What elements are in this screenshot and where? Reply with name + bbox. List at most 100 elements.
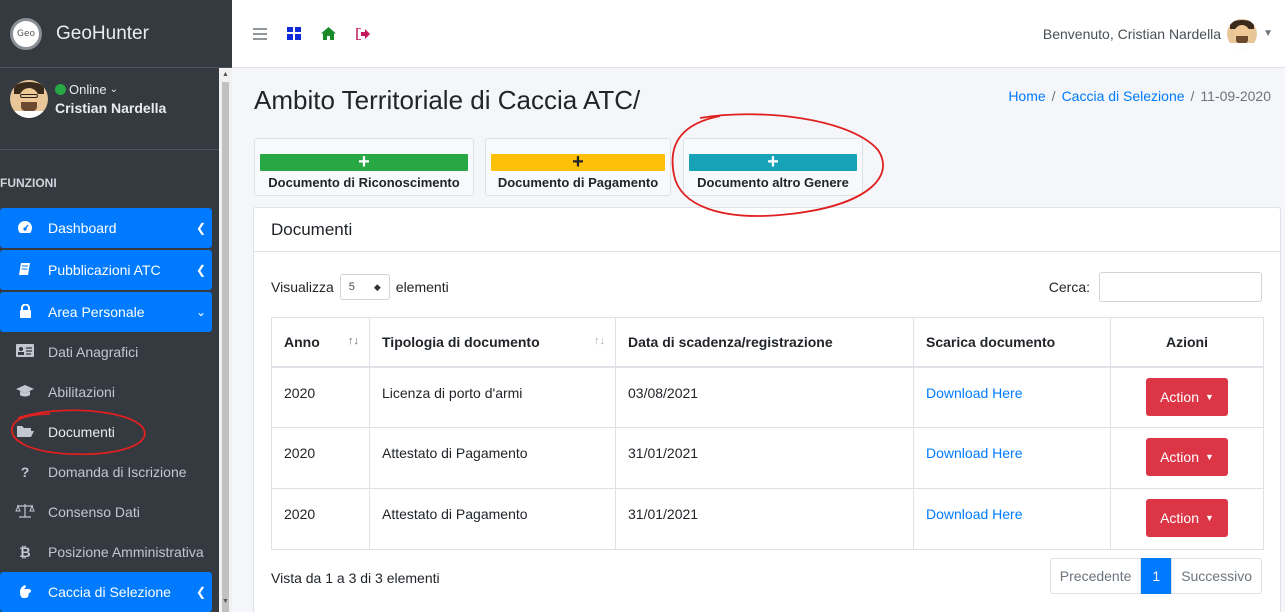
- pagination: Precedente 1 Successivo: [1049, 558, 1262, 594]
- action-dropdown-button[interactable]: Action ▼: [1146, 499, 1228, 537]
- balance-scale-icon: [14, 503, 36, 521]
- sidebar-item-caccia-selezione[interactable]: Caccia di Selezione ❮: [0, 572, 212, 612]
- breadcrumb-home[interactable]: Home: [1008, 88, 1045, 104]
- user-menu[interactable]: Benvenuto, Cristian Nardella ▼: [1042, 18, 1273, 49]
- page-length-select[interactable]: 5 ◆: [339, 274, 390, 300]
- topbar: Benvenuto, Cristian Nardella ▼: [232, 0, 1285, 68]
- sidebar-item-pubblicazioni[interactable]: Pubblicazioni ATC ❮: [0, 250, 212, 290]
- sidebar-item-label: Abilitazioni: [48, 384, 115, 400]
- tachometer-icon: [14, 220, 36, 237]
- breadcrumb: Home / Caccia di Selezione / 11-09-2020: [1008, 88, 1271, 104]
- grid-icon[interactable]: [287, 27, 301, 40]
- sidebar-item-label: Posizione Amministrativa: [48, 544, 204, 560]
- sidebar-item-posizione-amministrativa[interactable]: ₿ Posizione Amministrativa: [0, 532, 212, 572]
- sidebar-item-label: Documenti: [48, 424, 115, 440]
- sidebar-item-label: Caccia di Selezione: [48, 584, 171, 600]
- column-header-anno[interactable]: Anno ↑↓: [271, 317, 370, 368]
- scroll-up-icon[interactable]: ▲: [222, 71, 229, 78]
- chevron-down-icon: ⌄: [109, 84, 118, 95]
- scroll-down-icon[interactable]: ▼: [222, 598, 229, 605]
- pagination-next[interactable]: Successivo: [1171, 558, 1262, 594]
- cell-azioni: Action ▼: [1110, 366, 1264, 428]
- pagination-previous[interactable]: Precedente: [1049, 558, 1142, 594]
- id-card-icon: [14, 344, 36, 360]
- plus-icon: +: [689, 152, 857, 172]
- sidebar-scrollbar[interactable]: ▲ ▼: [219, 68, 232, 612]
- user-name: Cristian Nardella: [55, 100, 167, 116]
- action-dropdown-button[interactable]: Action ▼: [1146, 438, 1228, 476]
- table-row: 2020 Licenza di porto d'armi 03/08/2021 …: [271, 366, 1264, 428]
- cell-scarica: Download Here: [913, 366, 1111, 428]
- home-icon[interactable]: [321, 27, 336, 40]
- sidebar-item-area-personale[interactable]: Area Personale ⌄: [0, 292, 212, 332]
- sidebar-item-label: Dati Anagrafici: [48, 344, 139, 360]
- plus-icon: +: [260, 152, 468, 172]
- documents-card: Documenti Visualizza 5 ◆ elementi Cerca:…: [253, 207, 1281, 612]
- sidebar-item-label: Pubblicazioni ATC: [48, 262, 161, 278]
- cell-azioni: Action ▼: [1110, 488, 1264, 550]
- status-dropdown[interactable]: Online ⌄: [55, 82, 166, 97]
- action-dropdown-button[interactable]: Action ▼: [1146, 377, 1228, 416]
- sort-arrows-icon: ◆: [373, 281, 381, 292]
- sidebar-item-dati-anagrafici[interactable]: Dati Anagrafici: [0, 332, 212, 372]
- column-header-tipologia[interactable]: Tipologia di documento ↑↓: [369, 317, 616, 368]
- breadcrumb-current: 11-09-2020: [1200, 88, 1271, 104]
- column-header-scarica[interactable]: Scarica documento: [913, 317, 1111, 368]
- pagination-page[interactable]: 1: [1141, 558, 1172, 594]
- add-pagamento-button[interactable]: + Documento di Pagamento: [485, 138, 671, 196]
- sort-icon: ↑↓: [594, 335, 605, 347]
- search-input[interactable]: [1099, 272, 1262, 302]
- scrollbar-thumb[interactable]: [222, 82, 229, 612]
- chevron-left-icon: ❮: [195, 585, 206, 599]
- sidebar-item-abilitazioni[interactable]: Abilitazioni: [0, 372, 212, 412]
- breadcrumb-section[interactable]: Caccia di Selezione: [1062, 88, 1185, 104]
- download-link[interactable]: Download Here: [926, 506, 1023, 522]
- search-label: Cerca:: [1048, 279, 1090, 295]
- menu-icon[interactable]: [253, 27, 267, 40]
- cell-data: 31/01/2021: [615, 427, 914, 489]
- chevron-left-icon: ❮: [195, 263, 206, 277]
- table-row: 2020 Attestato di Pagamento 31/01/2021 D…: [271, 427, 1264, 489]
- hand-icon: [14, 583, 36, 602]
- sign-out-icon[interactable]: [356, 27, 370, 40]
- app-logo: Geo: [10, 17, 42, 50]
- cell-anno: 2020: [271, 427, 370, 489]
- table-header-row: Anno ↑↓ Tipologia di documento ↑↓ Data di …: [271, 317, 1264, 368]
- add-riconoscimento-button[interactable]: + Documento di Riconoscimento: [254, 138, 474, 196]
- sidebar-item-dashboard[interactable]: Dashboard ❮: [0, 208, 212, 248]
- greeting-text: Benvenuto, Cristian Nardella: [1042, 25, 1222, 42]
- cell-tipologia: Attestato di Pagamento: [369, 427, 616, 489]
- sidebar-item-consenso-dati[interactable]: Consenso Dati: [0, 492, 212, 532]
- cell-tipologia: Attestato di Pagamento: [369, 488, 616, 550]
- lock-icon: [14, 303, 36, 321]
- download-link[interactable]: Download Here: [926, 385, 1023, 401]
- sidebar-item-domanda-iscrizione[interactable]: ? Domanda di Iscrizione: [0, 452, 212, 492]
- book-icon: [14, 262, 36, 279]
- cell-anno: 2020: [271, 488, 370, 550]
- cell-azioni: Action ▼: [1110, 427, 1264, 489]
- cell-data: 31/01/2021: [615, 488, 914, 550]
- card-title: Documenti: [254, 208, 1280, 252]
- question-icon: ?: [20, 464, 30, 480]
- sidebar-item-documenti[interactable]: Documenti: [0, 412, 212, 452]
- user-panel: Online ⌄ Cristian Nardella: [0, 68, 220, 150]
- sidebar-item-label: Dashboard: [48, 220, 117, 236]
- avatar[interactable]: [10, 80, 48, 118]
- online-status-icon: [55, 84, 66, 95]
- page-title: Ambito Territoriale di Caccia ATC/: [254, 85, 641, 115]
- cell-scarica: Download Here: [913, 488, 1111, 550]
- cell-anno: 2020: [271, 366, 370, 428]
- status-label: Online: [69, 82, 107, 97]
- bitcoin-icon: ₿: [19, 544, 31, 561]
- download-link[interactable]: Download Here: [926, 445, 1023, 461]
- nav-section-header: FUNZIONI: [0, 176, 57, 190]
- caret-down-icon: ▼: [1263, 28, 1273, 39]
- caret-down-icon: ▼: [1205, 391, 1214, 402]
- documents-table: Anno ↑↓ Tipologia di documento ↑↓ Data di …: [271, 317, 1264, 550]
- caret-down-icon: ▼: [1205, 513, 1214, 523]
- avatar: [1227, 18, 1258, 49]
- brand[interactable]: Geo GeoHunter: [0, 0, 232, 68]
- column-header-data[interactable]: Data di scadenza/registrazione: [615, 317, 914, 368]
- column-header-azioni[interactable]: Azioni: [1110, 317, 1264, 368]
- add-altro-genere-button[interactable]: + Documento altro Genere: [683, 138, 863, 196]
